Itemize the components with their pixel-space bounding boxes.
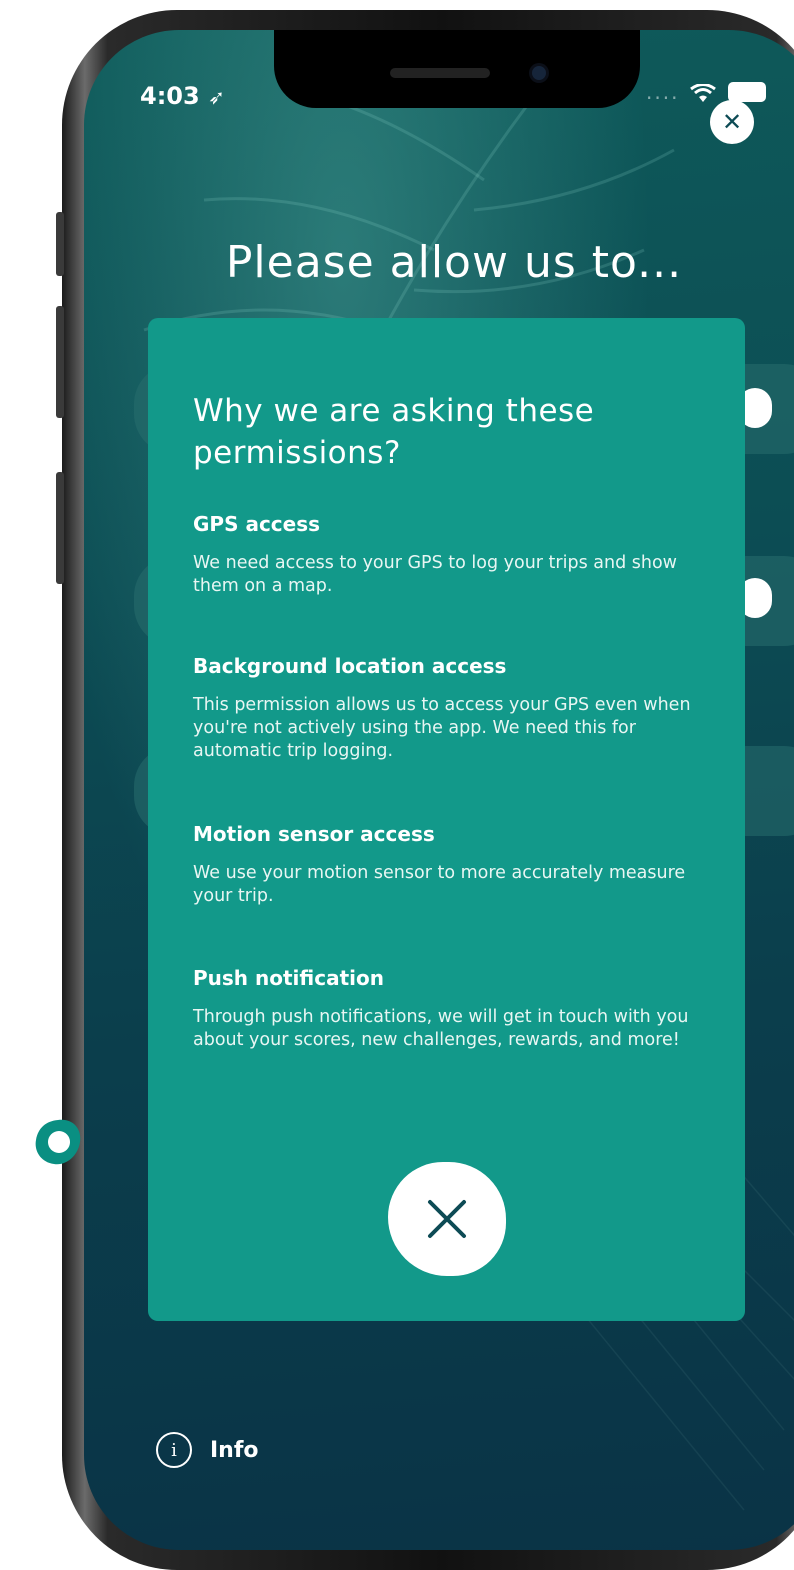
- status-icons: ....: [646, 80, 716, 104]
- mute-switch: [56, 212, 64, 276]
- section-gps-access: GPS access We need access to your GPS to…: [193, 512, 713, 598]
- section-title: Background location access: [193, 654, 507, 678]
- decorative-ring-icon: [35, 1119, 81, 1165]
- info-icon: i: [156, 1432, 192, 1468]
- notch: [274, 30, 640, 108]
- section-title: Push notification: [193, 966, 384, 990]
- speaker-grille: [390, 68, 490, 78]
- modal-title: Why we are asking these permissions?: [193, 392, 595, 471]
- section-title: GPS access: [193, 512, 321, 536]
- info-button[interactable]: i Info: [156, 1432, 259, 1468]
- section-push-notification: Push notification Through push notificat…: [193, 966, 713, 1052]
- status-time: 4:03 ➶: [140, 82, 225, 110]
- section-body: Through push notifications, we will get …: [193, 1007, 689, 1050]
- section-body: We need access to your GPS to log your t…: [193, 553, 677, 596]
- volume-up-button: [56, 306, 64, 418]
- section-body: This permission allows us to access your…: [193, 695, 691, 761]
- section-title: Motion sensor access: [193, 822, 435, 846]
- permissions-explanation-modal: Why we are asking these permissions? GPS…: [148, 318, 745, 1321]
- modal-close-button[interactable]: [388, 1162, 506, 1276]
- info-label: Info: [210, 1437, 259, 1463]
- volume-down-button: [56, 472, 64, 584]
- close-icon[interactable]: ✕: [710, 100, 754, 144]
- front-camera: [532, 66, 546, 80]
- section-body: We use your motion sensor to more accura…: [193, 863, 686, 906]
- signal-dots: ....: [646, 80, 680, 104]
- page-title: Please allow us to...: [225, 237, 683, 289]
- section-background-location: Background location access This permissi…: [193, 654, 713, 763]
- section-motion-sensor: Motion sensor access We use your motion …: [193, 822, 713, 908]
- battery-icon: [728, 82, 766, 102]
- location-arrow-icon: ➶: [208, 85, 225, 109]
- close-icon: [428, 1200, 466, 1238]
- wifi-icon: [689, 82, 716, 102]
- status-time-text: 4:03: [140, 82, 200, 110]
